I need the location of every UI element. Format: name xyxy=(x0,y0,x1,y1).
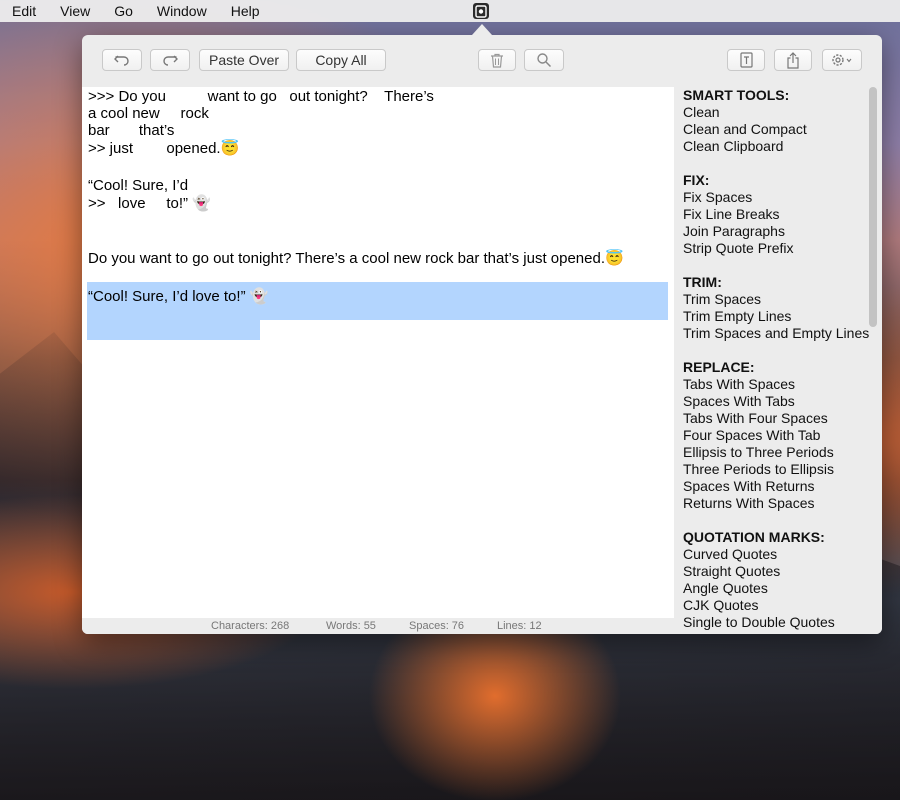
app-popover-window: Paste Over Copy All >>> Do you want to g… xyxy=(82,35,882,634)
tool-join-paragraphs[interactable]: Join Paragraphs xyxy=(683,223,785,240)
trash-icon xyxy=(491,53,503,68)
search-button[interactable] xyxy=(524,49,564,71)
text-line: >>> Do you want to go out tonight? There… xyxy=(88,88,434,105)
settings-button[interactable] xyxy=(822,49,862,71)
tool-angle-quotes[interactable]: Angle Quotes xyxy=(683,580,768,597)
tools-sidebar: SMART TOOLS: Clean Clean and Compact Cle… xyxy=(674,87,882,634)
share-button[interactable] xyxy=(774,49,812,71)
tool-clean[interactable]: Clean xyxy=(683,104,720,121)
text-line: a cool new rock xyxy=(88,105,209,122)
tool-clean-and-compact[interactable]: Clean and Compact xyxy=(683,121,807,138)
gear-icon xyxy=(832,54,852,66)
tool-trim-spaces[interactable]: Trim Spaces xyxy=(683,291,761,308)
tool-cjk-quotes[interactable]: CJK Quotes xyxy=(683,597,758,614)
tool-ellipsis-to-three-periods[interactable]: Ellipsis to Three Periods xyxy=(683,444,834,461)
menu-go[interactable]: Go xyxy=(102,3,145,19)
toolbar: Paste Over Copy All xyxy=(82,35,882,87)
section-header-replace: REPLACE: xyxy=(683,359,755,375)
selected-text-line: “Cool! Sure, I’d love to!” 👻 xyxy=(88,288,269,305)
section-header-trim: TRIM: xyxy=(683,274,722,290)
text-line: “Cool! Sure, I’d xyxy=(88,177,189,194)
redo-icon xyxy=(163,55,178,66)
status-bar: Characters: 268 Words: 55 Spaces: 76 Lin… xyxy=(82,618,674,634)
menu-edit[interactable]: Edit xyxy=(0,3,48,19)
redo-button[interactable] xyxy=(150,49,190,71)
tool-tabs-with-four-spaces[interactable]: Tabs With Four Spaces xyxy=(683,410,828,427)
menu-view[interactable]: View xyxy=(48,3,102,19)
menu-bar: Edit View Go Window Help xyxy=(0,0,900,22)
section-header-quotation-marks: QUOTATION MARKS: xyxy=(683,529,825,545)
clipboard-icon xyxy=(475,5,487,18)
tool-tabs-with-spaces[interactable]: Tabs With Spaces xyxy=(683,376,795,393)
character-count: Characters: 268 xyxy=(211,620,290,632)
selected-text-line: Do you want to go out tonight? There’s a… xyxy=(88,250,624,267)
tool-fix-line-breaks[interactable]: Fix Line Breaks xyxy=(683,206,779,223)
section-header-fix: FIX: xyxy=(683,172,710,188)
line-count: Lines: 12 xyxy=(497,620,542,632)
text-editor[interactable]: >>> Do you want to go out tonight? There… xyxy=(82,87,674,618)
document-text-icon xyxy=(739,52,753,68)
text-line: bar that’s xyxy=(88,122,175,139)
text-selection xyxy=(87,320,260,340)
undo-button[interactable] xyxy=(102,49,142,71)
text-format-button[interactable] xyxy=(727,49,765,71)
space-count: Spaces: 76 xyxy=(409,620,465,632)
text-line: >> just opened.😇 xyxy=(88,140,240,157)
section-header-smart-tools: SMART TOOLS: xyxy=(683,87,790,103)
tool-three-periods-to-ellipsis[interactable]: Three Periods to Ellipsis xyxy=(683,461,834,478)
paste-over-button[interactable]: Paste Over xyxy=(199,49,289,71)
app-status-icon[interactable] xyxy=(473,3,489,19)
tool-spaces-with-returns[interactable]: Spaces With Returns xyxy=(683,478,815,495)
share-icon xyxy=(787,51,799,69)
copy-all-button[interactable]: Copy All xyxy=(296,49,386,71)
tool-strip-quote-prefix[interactable]: Strip Quote Prefix xyxy=(683,240,794,257)
undo-icon xyxy=(114,55,129,66)
tool-spaces-with-tabs[interactable]: Spaces With Tabs xyxy=(683,393,795,410)
sidebar-scrollbar[interactable] xyxy=(869,87,877,327)
menu-window[interactable]: Window xyxy=(145,3,219,19)
tool-single-to-double-quotes[interactable]: Single to Double Quotes xyxy=(683,614,835,631)
tool-trim-spaces-and-empty-lines[interactable]: Trim Spaces and Empty Lines xyxy=(683,325,869,342)
tool-fix-spaces[interactable]: Fix Spaces xyxy=(683,189,752,206)
tool-curved-quotes[interactable]: Curved Quotes xyxy=(683,546,777,563)
tool-four-spaces-with-tab[interactable]: Four Spaces With Tab xyxy=(683,427,820,444)
word-count: Words: 55 xyxy=(326,620,376,632)
tool-trim-empty-lines[interactable]: Trim Empty Lines xyxy=(683,308,791,325)
tool-straight-quotes[interactable]: Straight Quotes xyxy=(683,563,780,580)
search-icon xyxy=(537,53,552,68)
tool-clean-clipboard[interactable]: Clean Clipboard xyxy=(683,138,783,155)
popover-arrow xyxy=(472,24,492,35)
menu-help[interactable]: Help xyxy=(219,3,272,19)
trash-button[interactable] xyxy=(478,49,516,71)
tool-returns-with-spaces[interactable]: Returns With Spaces xyxy=(683,495,815,512)
text-line: >> love to!” 👻 xyxy=(88,195,211,212)
